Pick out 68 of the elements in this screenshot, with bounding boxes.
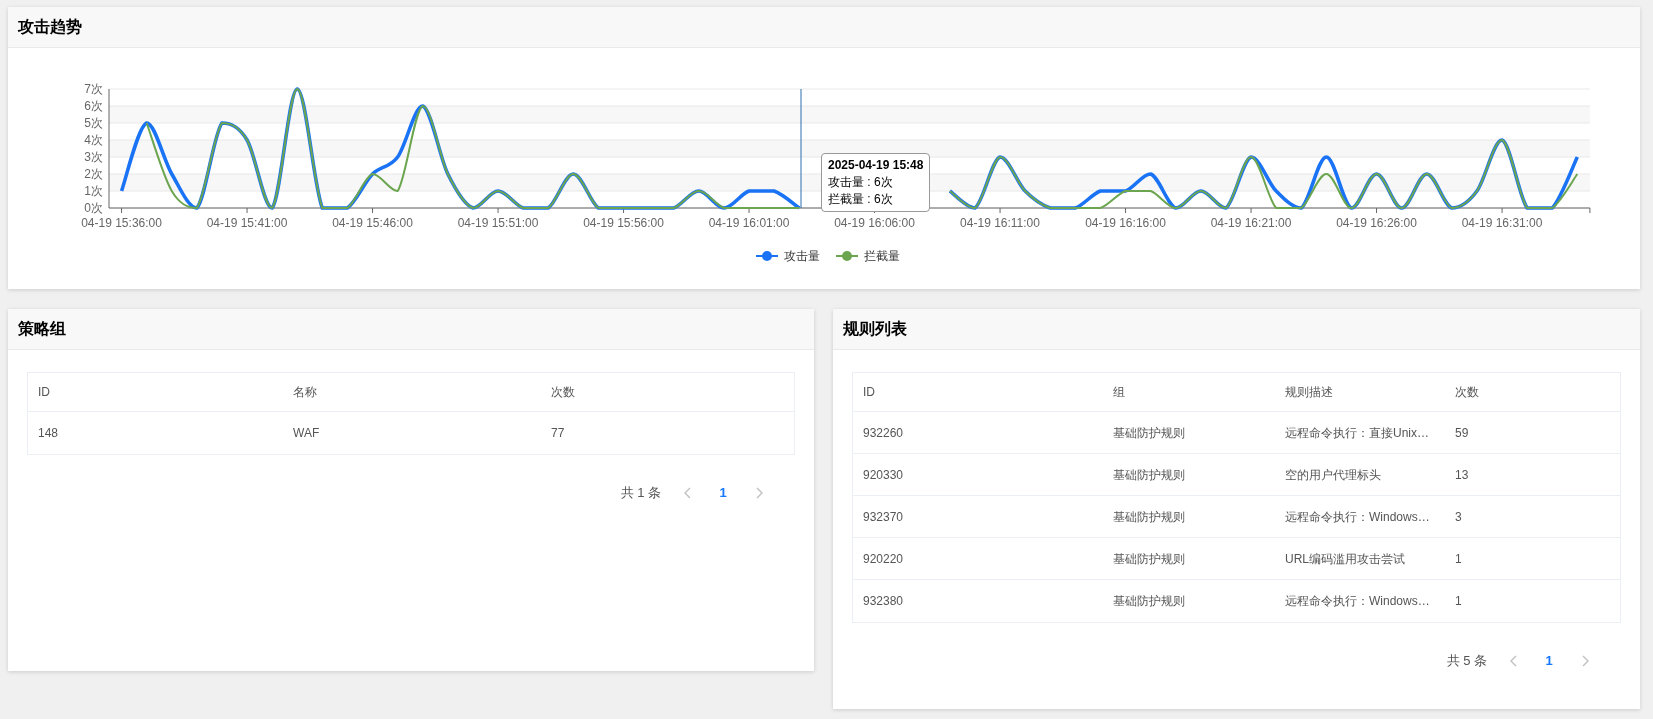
- table-cell-text: 59: [1454, 424, 1470, 442]
- table-cell-text: URL编码滥用攻击尝试: [1284, 550, 1406, 568]
- x-axis-label: 04-19 16:21:00: [1210, 216, 1292, 230]
- total-count: 共 5 条: [1446, 652, 1487, 671]
- table-cell-text: 基础防护规则: [1112, 508, 1186, 526]
- x-axis-label: 04-19 16:26:00: [1336, 216, 1417, 230]
- chevron-right-icon: [1580, 655, 1590, 667]
- card-title: 规则列表: [843, 319, 907, 339]
- x-axis-label: 04-19 16:16:00: [1085, 216, 1166, 230]
- column-header: 次数: [1454, 384, 1480, 401]
- table-cell-text: 13: [1454, 466, 1470, 484]
- x-axis-label: 04-19 16:11:00: [960, 216, 1040, 230]
- tooltip-line: 拦截量 : 6次: [828, 191, 894, 208]
- y-axis-label: 2次: [84, 167, 103, 181]
- table-cell-text: 远程命令执行：直接Unix…: [1284, 424, 1430, 442]
- table-cell-text: WAF: [292, 425, 321, 442]
- y-axis-label: 6次: [84, 99, 103, 113]
- table-cell-text: 1: [1454, 593, 1463, 610]
- x-axis-label: 04-19 15:36:00: [81, 216, 162, 230]
- table-cell-text: 基础防护规则: [1112, 424, 1186, 442]
- table-cell-text: 3: [1454, 508, 1463, 526]
- table-cell-text: 77: [550, 425, 566, 442]
- legend-label[interactable]: 攻击量: [784, 249, 820, 263]
- y-axis-label: 0次: [84, 201, 103, 215]
- table-cell-text: 1: [1454, 550, 1463, 568]
- tooltip-line: 攻击量 : 6次: [828, 174, 894, 191]
- legend-label[interactable]: 拦截量: [864, 249, 900, 263]
- y-axis-label: 1次: [84, 184, 103, 198]
- tooltip-title: 2025-04-19 15:48: [828, 157, 924, 174]
- y-axis-label: 4次: [84, 133, 103, 147]
- total-count: 共 1 条: [620, 484, 661, 503]
- column-header: 组: [1112, 384, 1126, 401]
- x-axis-label: 04-19 16:06:00: [834, 216, 915, 230]
- x-axis-label: 04-19 15:41:00: [206, 216, 288, 230]
- y-axis-label: 7次: [84, 82, 103, 96]
- table-cell-text: 932380: [862, 593, 905, 610]
- x-axis-label: 04-19 15:56:00: [583, 216, 664, 230]
- table-cell-text: 基础防护规则: [1112, 550, 1186, 568]
- column-header: ID: [862, 384, 876, 401]
- table-cell-text: 148: [37, 425, 60, 442]
- y-axis-label: 3次: [84, 150, 103, 164]
- legend-marker-icon[interactable]: [755, 251, 779, 261]
- page-number[interactable]: 1: [1535, 647, 1563, 675]
- table-cell-text: 空的用户代理标头: [1284, 466, 1382, 484]
- card-title: 攻击趋势: [18, 17, 82, 37]
- chevron-left-icon: [1508, 655, 1518, 667]
- x-axis-label: 04-19 16:31:00: [1461, 216, 1543, 230]
- column-header: 名称: [292, 384, 318, 401]
- table-cell-text: 932370: [862, 508, 905, 526]
- column-header: ID: [37, 384, 51, 401]
- chevron-left-icon: [682, 487, 692, 499]
- column-header: 规则描述: [1284, 384, 1334, 401]
- table-cell-text: 基础防护规则: [1112, 593, 1186, 610]
- table-cell-text: 远程命令执行：Windows…: [1284, 593, 1431, 610]
- table-cell-text: 920220: [862, 550, 905, 568]
- table-cell-text: 920330: [862, 466, 905, 484]
- table-cell-text: 932260: [862, 424, 905, 442]
- x-axis-label: 04-19 16:01:00: [708, 216, 790, 230]
- y-axis-label: 5次: [84, 116, 103, 130]
- page-number[interactable]: 1: [709, 479, 737, 507]
- x-axis-label: 04-19 15:46:00: [332, 216, 413, 230]
- legend-marker-icon[interactable]: [835, 251, 859, 261]
- column-header: 次数: [550, 384, 576, 401]
- card-title: 策略组: [18, 319, 66, 339]
- chevron-right-icon: [754, 487, 764, 499]
- table-cell-text: 远程命令执行：Windows…: [1284, 508, 1431, 526]
- x-axis-label: 04-19 15:51:00: [457, 216, 539, 230]
- table-cell-text: 基础防护规则: [1112, 466, 1186, 484]
